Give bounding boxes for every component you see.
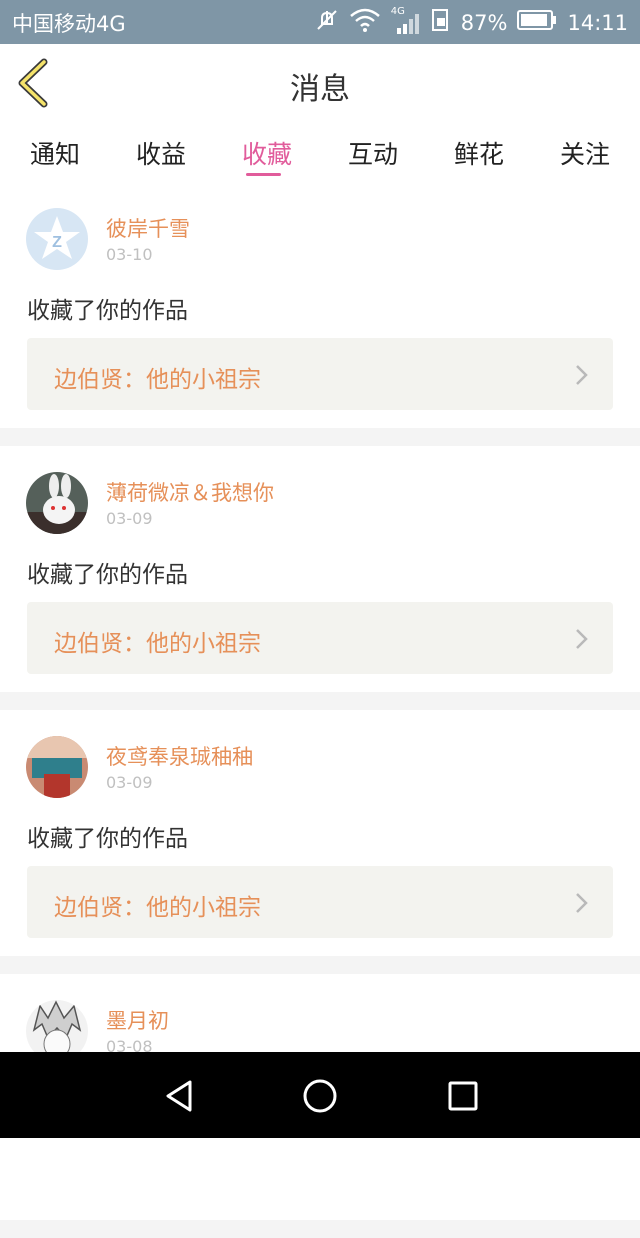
list-item: 夜鸢奉泉珹秞秞 03-09 收藏了你的作品 边伯贤：他的小祖宗: [0, 710, 640, 956]
timestamp: 03-09: [106, 509, 153, 528]
message-text: 收藏了你的作品: [27, 298, 188, 324]
work-title: 边伯贤：他的小祖宗: [54, 631, 261, 657]
carrier-label: 中国移动4G: [12, 12, 126, 36]
default-avatar-icon: Z: [26, 208, 88, 270]
triangle-back-icon: [166, 1080, 192, 1112]
timestamp: 03-09: [106, 773, 153, 792]
message-text: 收藏了你的作品: [27, 562, 188, 588]
svg-text:Z: Z: [52, 234, 62, 251]
username[interactable]: 夜鸢奉泉珹秞秞: [106, 741, 253, 771]
tab-bar: 通知 收益 收藏 互动 鲜花 关注: [0, 122, 640, 182]
signal-icon: 4G: [391, 6, 421, 36]
chevron-right-icon: [576, 629, 588, 649]
username[interactable]: 薄荷微凉＆我想你: [106, 477, 274, 507]
nav-recents-button[interactable]: [443, 1076, 483, 1116]
clock: 14:11: [567, 10, 628, 35]
status-bar: 中国移动4G 4G 87% 14:11: [0, 0, 640, 44]
nav-back-button[interactable]: [160, 1076, 200, 1116]
avatar[interactable]: Z: [26, 208, 88, 270]
square-recents-icon: [448, 1081, 478, 1111]
mute-icon: [315, 8, 339, 37]
message-text: 收藏了你的作品: [27, 826, 188, 852]
sim-icon: [431, 8, 451, 37]
battery-percent: 87%: [460, 10, 508, 35]
page-title: 消息: [290, 72, 350, 107]
chevron-right-icon: [576, 365, 588, 385]
work-link[interactable]: 边伯贤：他的小祖宗: [27, 602, 613, 674]
system-nav-bar: [0, 1052, 640, 1138]
list-item: Z 彼岸千雪 03-10 收藏了你的作品 边伯贤：他的小祖宗: [0, 182, 640, 428]
list-item: 薄荷微凉＆我想你 03-09 收藏了你的作品 边伯贤：他的小祖宗: [0, 446, 640, 692]
tab-notify[interactable]: 通知: [25, 122, 85, 182]
username[interactable]: 彼岸千雪: [106, 213, 190, 243]
active-tab-indicator: [246, 173, 281, 176]
nav-home-button[interactable]: [300, 1076, 340, 1116]
tab-flowers[interactable]: 鲜花: [449, 122, 509, 182]
timestamp: 03-10: [106, 245, 153, 264]
username[interactable]: 墨月初: [106, 1005, 169, 1035]
battery-icon: [517, 9, 557, 36]
tab-follow[interactable]: 关注: [555, 122, 615, 182]
bunny-icon: [26, 472, 88, 534]
circle-home-icon: [303, 1079, 337, 1113]
photo-avatar-icon: [26, 736, 88, 798]
work-title: 边伯贤：他的小祖宗: [54, 895, 261, 921]
tab-earnings[interactable]: 收益: [131, 122, 191, 182]
work-title: 边伯贤：他的小祖宗: [54, 367, 261, 393]
tab-favorites[interactable]: 收藏: [237, 122, 297, 182]
wifi-icon: [349, 8, 381, 37]
avatar[interactable]: [26, 736, 88, 798]
tab-interaction[interactable]: 互动: [343, 122, 403, 182]
chevron-right-icon: [576, 893, 588, 913]
work-link[interactable]: 边伯贤：他的小祖宗: [27, 866, 613, 938]
work-link[interactable]: 边伯贤：他的小祖宗: [27, 338, 613, 410]
header-bar: 消息: [0, 44, 640, 123]
avatar[interactable]: [26, 472, 88, 534]
